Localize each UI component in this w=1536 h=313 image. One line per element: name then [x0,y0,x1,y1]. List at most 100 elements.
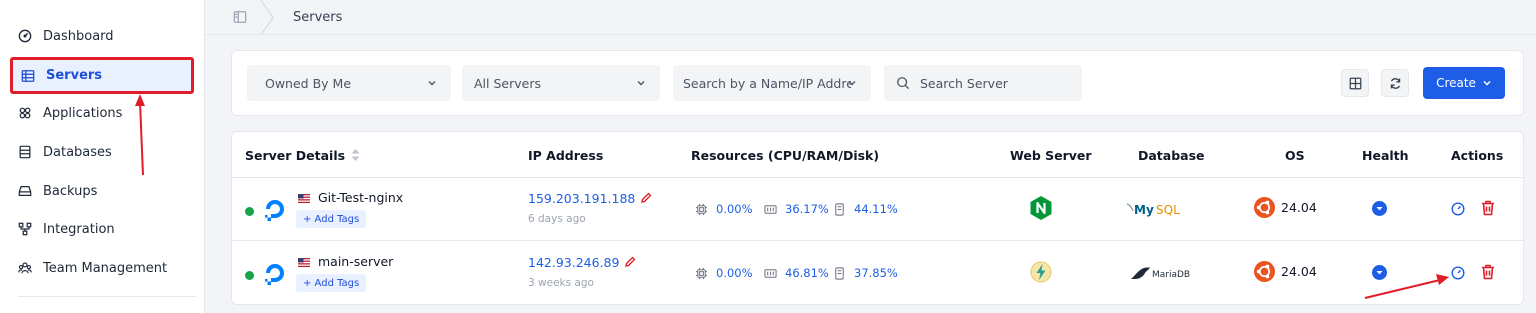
sidebar-item-databases[interactable]: Databases [10,135,194,169]
header-database: Database [1138,148,1205,163]
os-cell: 24.04 [1254,261,1317,282]
svg-text:MariaDB: MariaDB [1152,270,1190,280]
search-input[interactable] [920,75,1070,91]
ram-usage: 36.17% [764,202,829,216]
sidebar-item-backups[interactable]: Backups [10,174,194,208]
monitor-gauge-icon[interactable] [1451,266,1465,280]
sidebar-item-label: Servers [46,68,103,83]
svg-text:My: My [1134,203,1154,217]
disk-icon [835,202,844,216]
grid-view-button[interactable] [1341,69,1369,97]
trash-icon[interactable] [1481,264,1495,280]
search-by-select[interactable]: Search by a Name/IP Address [673,65,871,101]
svg-text:SQL: SQL [1156,203,1180,217]
chevron-down-icon [1483,80,1491,86]
status-online-indicator [245,207,254,216]
refresh-icon [1390,77,1400,89]
server-type-value: All Servers [474,75,541,91]
breadcrumb-current: Servers [293,10,343,25]
gauge-icon [18,29,32,43]
sidebar-item-label: Dashboard [43,28,114,44]
add-tags-button[interactable]: + Add Tags [296,210,367,228]
owner-filter-value: Owned By Me [265,75,352,91]
cpu-icon [695,267,708,279]
header-os: OS [1285,148,1305,163]
sidebar-item-label: Integration [43,221,115,237]
ip-address-cell: 142.93.246.89 [528,255,636,270]
os-cell: 24.04 [1254,197,1317,218]
header-ip-address: IP Address [528,148,604,163]
chevron-down-icon [848,81,856,86]
owner-filter-select[interactable]: Owned By Me [247,65,451,101]
openlitespeed-icon [1030,261,1052,283]
cpu-icon [695,203,708,215]
created-time: 6 days ago [528,213,586,225]
mariadb-logo-icon: MariaDB [1131,267,1190,280]
os-version: 24.04 [1281,264,1317,279]
header-resources: Resources (CPU/RAM/Disk) [691,148,880,163]
refresh-button[interactable] [1381,69,1409,97]
sidebar-item-label: Databases [43,144,112,160]
create-button[interactable]: Create [1423,67,1505,99]
chevron-down-icon [637,81,645,86]
ip-address-link[interactable]: 142.93.246.89 [528,255,619,270]
sidebar-item-integration[interactable]: Integration [10,212,194,246]
search-by-value: Search by a Name/IP Address [683,75,851,91]
os-version: 24.04 [1281,200,1317,215]
server-name-link[interactable]: main-server [318,254,393,269]
server-type-select[interactable]: All Servers [462,65,660,101]
applications-icon [19,107,31,119]
header-web-server: Web Server [1010,148,1092,163]
health-ok-icon[interactable] [1372,265,1387,280]
server-list-icon [21,69,35,82]
sidebar-item-team-management[interactable]: Team Management [10,251,194,285]
chevron-down-icon [428,81,436,86]
breadcrumb: Servers [205,0,1536,35]
us-flag-icon [298,258,310,267]
disk-value: 37.85% [854,266,898,280]
monitor-gauge-icon[interactable] [1451,202,1465,216]
trash-icon[interactable] [1481,200,1495,216]
sidebar: Dashboard Servers Applications Databases… [0,0,205,313]
cpu-usage: 0.00% [695,202,753,216]
server-name-link[interactable]: Git-Test-nginx [318,190,403,205]
sidebar-item-dashboard[interactable]: Dashboard [10,19,194,53]
ram-value: 46.81% [785,266,829,280]
sidebar-item-applications[interactable]: Applications [10,96,194,130]
ip-address-cell: 159.203.191.188 [528,191,652,206]
us-flag-icon [298,194,310,203]
sidebar-item-servers[interactable]: Servers [10,57,194,94]
ram-value: 36.17% [785,202,829,216]
breadcrumb-separator-icon [260,0,274,35]
add-tags-button[interactable]: + Add Tags [296,274,367,292]
database-icon [19,145,31,159]
cpu-usage: 0.00% [695,266,753,280]
edit-pencil-icon[interactable] [640,192,652,204]
created-time: 3 weeks ago [528,277,594,289]
sidebar-toggle-icon[interactable] [233,10,247,24]
sidebar-item-label: Team Management [43,260,168,276]
integration-icon [18,222,32,236]
status-online-indicator [245,271,254,280]
sort-icon[interactable] [351,149,360,161]
digitalocean-icon [265,264,284,285]
nginx-icon [1030,196,1052,220]
table-row: Git-Test-nginx + Add Tags 159.203.191.18… [232,178,1523,241]
disk-usage: 44.11% [833,202,898,216]
header-server-details[interactable]: Server Details [245,148,360,163]
team-icon [18,262,32,274]
sidebar-divider [18,296,196,297]
grid-view-icon [1349,77,1361,89]
cpu-value: 0.00% [716,202,753,216]
ip-address-link[interactable]: 159.203.191.188 [528,191,635,206]
servers-table: Server Details IP Address Resources (CPU… [231,131,1524,305]
digitalocean-icon [265,200,284,221]
ram-usage: 46.81% [764,266,829,280]
sidebar-item-label: Backups [43,183,98,199]
header-health: Health [1362,148,1409,163]
header-actions: Actions [1451,148,1504,163]
edit-pencil-icon[interactable] [624,256,636,268]
table-header: Server Details IP Address Resources (CPU… [232,132,1523,178]
health-ok-icon[interactable] [1372,201,1387,216]
sidebar-item-label: Applications [43,105,123,121]
